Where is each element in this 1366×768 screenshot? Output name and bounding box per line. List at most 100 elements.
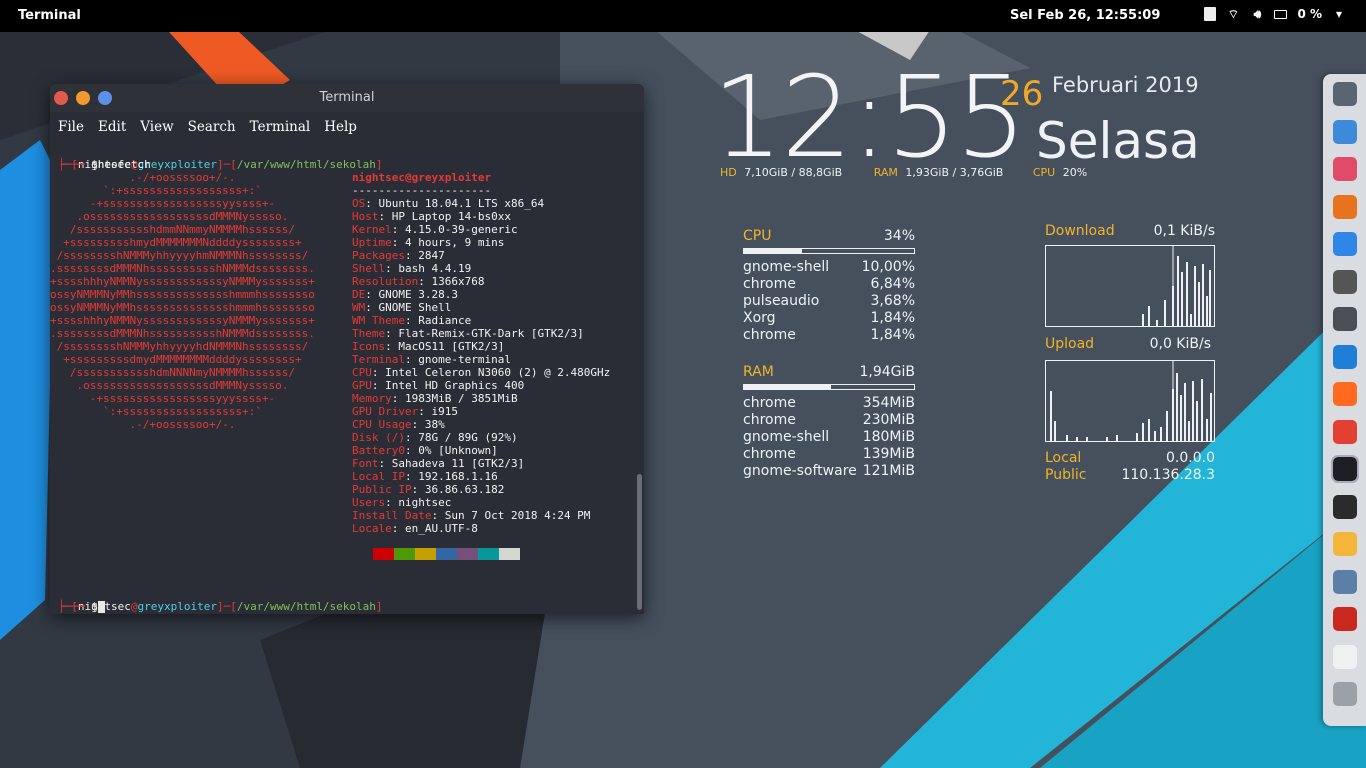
upload-value: 0,0 KiB/s [1149,336,1211,352]
clipboard-icon[interactable] [1204,7,1217,21]
graph-bar [1206,296,1208,326]
info-row: Battery0: 0% [Unknown] [352,444,498,457]
graph-bar [1166,411,1168,441]
logo-line: .ossssssssssssssssssdMMMNysssso. [50,210,289,223]
hd-value: 7,10GiB / 88,8GiB [744,166,843,179]
trash-icon[interactable] [1333,682,1357,706]
amazon-icon[interactable] [1333,269,1357,294]
process-row: Xorg 1,84% [743,310,915,326]
battery-icon[interactable] [1274,9,1288,19]
chevron-down-icon[interactable]: ▾ [1332,7,1346,21]
menu-terminal[interactable]: Terminal [250,119,311,135]
info-row: GPU Driver: i915 [352,405,458,418]
text-cursor [97,601,105,613]
graph-bar [1192,381,1194,441]
logo-line: +sssshhhyNMMNyssssssssssssyNMMMysssssss+ [50,275,315,288]
color-palette [352,548,520,560]
menu-view[interactable]: View [140,119,173,135]
filezilla-icon[interactable] [1333,607,1357,631]
conky-ram-section: RAM 1,94GiB chrome 354MiB chrome 230MiB gnome… [743,364,915,480]
input-line[interactable]: └──╼ $ [58,600,105,613]
system-tray[interactable]: ⌔ 🔊︎ 0 % ▾ [1204,7,1346,21]
app-grid-icon[interactable] [1333,82,1357,106]
graph-bar [1160,427,1162,441]
graph-bar [1194,266,1196,326]
info-row: Host: HP Laptop 14-bs0xx [352,210,511,223]
graph-bar [1206,419,1208,441]
logo-line: /sssssssshNMMMyhhyyyyhdNMMMNhssssssss/ [50,340,309,353]
code-editor-icon[interactable] [1333,494,1357,519]
palette-swatch [436,548,457,560]
info-row: OS: Ubuntu 18.04.1 LTS x86_64 [352,197,545,210]
info-separator: --------------------- [352,184,492,197]
battery-percentage[interactable]: 0 % [1297,7,1322,21]
info-row: Install Date: Sun 7 Oct 2018 4:24 PM [352,509,591,522]
cpu-usage-bar [743,248,915,254]
active-app-menu[interactable]: Terminal [18,8,81,23]
graph-bar [1210,393,1212,441]
graph-bar [1172,286,1174,326]
logo-line: -+ssssssssssssssssssyyssss+- [50,197,276,210]
screenshot-icon[interactable] [1333,569,1357,594]
terminal-titlebar[interactable]: Terminal [50,84,644,112]
presentation-icon[interactable] [1333,194,1357,219]
terminal-output[interactable]: ┌─[nightsec@greyxploiter]─[/var/www/html… [50,142,644,614]
graph-bar [1136,433,1138,441]
info-row: Users: nightsec [352,496,452,509]
info-row: Locale: en_AU.UTF-8 [352,522,478,535]
logo-line: -+sssssssssssssssssyyyssss+- [50,392,276,405]
music-icon[interactable] [1333,157,1357,181]
local-ip-label: Local [1045,450,1082,466]
menu-help[interactable]: Help [324,119,357,135]
cpu-section-value: 34% [883,228,915,244]
graph-bar [1177,256,1179,326]
info-row: Font: Sahadeva 11 [GTK2/3] [352,457,525,470]
terminal-window[interactable]: Terminal File Edit View Search Terminal … [50,84,644,614]
process-row: chrome 354MiB [743,395,915,411]
public-ip-value: 110.136.28.3 [1121,467,1215,483]
chrome-icon[interactable] [1333,419,1357,444]
logo-line: `:+ssssssssssssssssss+:` [50,405,262,418]
terminal-icon[interactable] [1331,455,1359,483]
graph-bar [1154,431,1156,441]
settings-icon[interactable] [1333,307,1357,331]
graph-bar [1196,401,1198,441]
logo-line: .ssssssssdMMMNhsssssssssshNMMMdssssssss. [50,262,315,275]
graph-bar [1184,383,1186,441]
graph-bar [1116,435,1118,441]
info-row: Local IP: 192.168.1.16 [352,470,498,483]
app-store-icon[interactable] [1333,232,1357,256]
scrollbar[interactable] [637,474,642,610]
menu-file[interactable]: File [58,119,84,135]
logo-line: ossyNMMMNyMMhsssssssssssssshmmmhssssssso [50,301,315,314]
firefox-icon[interactable] [1333,382,1357,406]
text-editor-icon[interactable] [1333,644,1357,669]
logo-line: /ssssssssssshdmmNNmmyNMMMMhssssss/ [50,223,296,236]
conky-time: 12:55 [712,53,1027,183]
graph-bar [1202,264,1204,326]
graph-bar [1076,437,1078,441]
info-row: WM Theme: Radiance [352,314,472,327]
menu-search[interactable]: Search [188,119,236,135]
mysql-workbench-icon[interactable] [1333,344,1357,369]
application-dock [1323,74,1366,726]
top-bar-clock[interactable]: Sel Feb 26, 12:55:09 [1010,8,1160,23]
info-row: WM: GNOME Shell [352,301,452,314]
process-row: chrome 139MiB [743,446,915,462]
menu-edit[interactable]: Edit [98,119,126,135]
volume-icon[interactable]: 🔊︎ [1250,7,1264,21]
info-row: Terminal: gnome-terminal [352,353,511,366]
info-row: CPU: Intel Celeron N3060 (2) @ 2.480GHz [352,366,611,379]
palette-swatch [499,548,520,560]
logo-line: ossyNMMMNyMMhsssssssssssssshmmmhssssssso [50,288,315,301]
info-row: DE: GNOME 3.28.3 [352,288,458,301]
files-icon[interactable] [1333,119,1357,144]
graph-bar [1176,373,1178,441]
wifi-icon[interactable]: ⌔ [1226,7,1240,21]
image-editor-icon[interactable] [1333,532,1357,556]
ram-value: 1,93GiB / 3,76GiB [905,166,1004,179]
command-text: $neofetch [91,158,151,171]
logo-line: /sssssssshNMMMyhhyyyyhmNMMMNhssssssss/ [50,249,309,262]
conky-cpu-section: CPU 34% gnome-shell 10,00% chrome 6,84% pulse… [743,228,915,344]
ram-label: RAM [873,166,898,179]
